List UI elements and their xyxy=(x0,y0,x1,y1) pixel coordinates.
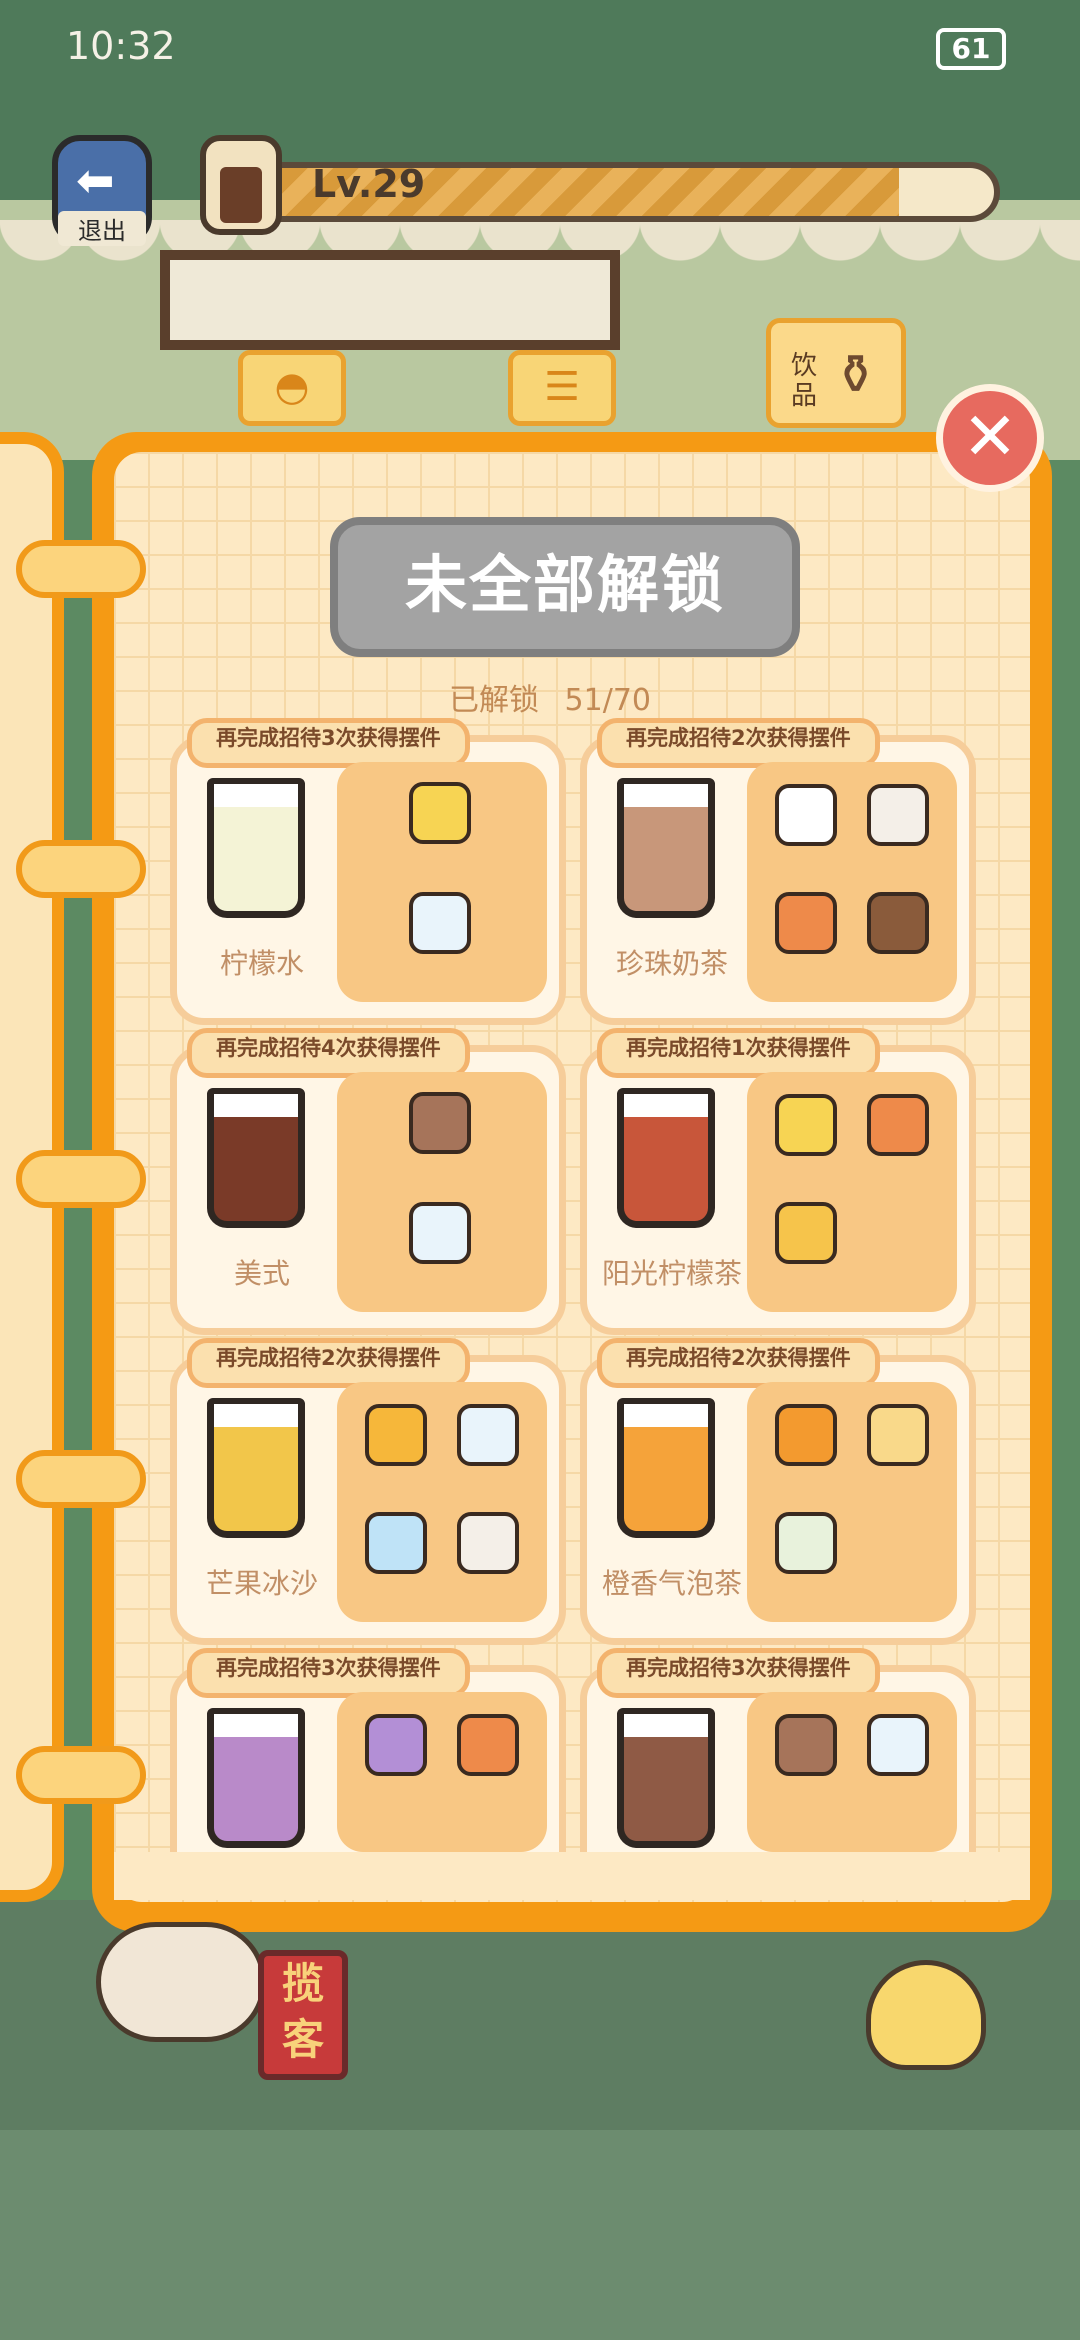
reward-hint-tag: 再完成招待3次获得摆件 xyxy=(187,1648,470,1698)
ingredient-panel xyxy=(747,762,957,1002)
recipe-card[interactable]: 再完成招待2次获得摆件芒果冰沙 xyxy=(170,1338,566,1645)
cat-mascot xyxy=(96,1922,266,2042)
reward-hint-tag: 再完成招待2次获得摆件 xyxy=(597,718,880,768)
tea-glass-icon xyxy=(775,892,837,954)
sugar-jar-icon xyxy=(867,784,929,846)
sugar-jar-icon xyxy=(457,1512,519,1574)
drink-name: 芒果冰沙 xyxy=(205,1567,318,1600)
ingredient-panel xyxy=(747,1692,957,1852)
drink-name: 橙香气泡茶 xyxy=(601,1567,742,1600)
recipe-card[interactable]: 再完成招待3次获得摆件 xyxy=(170,1648,566,1865)
honey-jar-icon xyxy=(775,1202,837,1264)
sign-text: 揽客 xyxy=(281,1959,324,2064)
tea-glass-icon xyxy=(457,1714,519,1776)
recipe-card[interactable]: 再完成招待4次获得摆件美式 xyxy=(170,1028,566,1335)
drink-cup-icon xyxy=(207,1088,305,1228)
ingredient-panel xyxy=(337,1692,547,1852)
jasmine-tea-icon xyxy=(867,1404,929,1466)
drink-cup-icon xyxy=(617,1708,715,1848)
ingredient-panel xyxy=(337,1072,547,1312)
drink-cup-icon xyxy=(617,1088,715,1228)
reward-hint-tag: 再完成招待4次获得摆件 xyxy=(187,1028,470,1078)
coffee-beans-icon xyxy=(775,1714,837,1776)
attract-customers-sign[interactable]: 揽客 xyxy=(258,1950,348,2080)
water-bottle-icon xyxy=(867,1714,929,1776)
drink-cup-icon xyxy=(207,778,305,918)
page-bottom-mask xyxy=(114,1852,1030,1900)
recipe-card[interactable]: 再完成招待2次获得摆件珍珠奶茶 xyxy=(580,718,976,1025)
drink-name: 阳光柠檬茶 xyxy=(601,1257,742,1290)
drink-name: 珍珠奶茶 xyxy=(615,947,728,980)
ice-cubes-icon xyxy=(365,1512,427,1574)
orange-slices-icon xyxy=(775,1404,837,1466)
coffee-beans-icon xyxy=(409,1092,471,1154)
tea-glass-icon xyxy=(867,1094,929,1156)
drink-cup-icon xyxy=(207,1398,305,1538)
ingredient-panel xyxy=(747,1382,957,1622)
drink-cup-icon xyxy=(617,1398,715,1538)
mango-icon xyxy=(365,1404,427,1466)
recipe-card[interactable]: 再完成招待3次获得摆件 xyxy=(580,1648,976,1865)
recipe-card[interactable]: 再完成招待2次获得摆件橙香气泡茶 xyxy=(580,1338,976,1645)
chick-mascot xyxy=(866,1960,986,2070)
ingredient-panel xyxy=(337,1382,547,1622)
ingredient-panel xyxy=(747,1072,957,1312)
lemon-slices-icon xyxy=(409,782,471,844)
drink-name: 柠檬水 xyxy=(219,947,304,980)
reward-hint-tag: 再完成招待2次获得摆件 xyxy=(597,1338,880,1388)
reward-hint-tag: 再完成招待1次获得摆件 xyxy=(597,1028,880,1078)
water-bottle-icon xyxy=(409,892,471,954)
taro-icon xyxy=(365,1714,427,1776)
ingredient-panel xyxy=(337,762,547,1002)
reward-hint-tag: 再完成招待3次获得摆件 xyxy=(187,718,470,768)
recipe-card[interactable]: 再完成招待1次获得摆件阳光柠檬茶 xyxy=(580,1028,976,1335)
pearls-jar-icon xyxy=(867,892,929,954)
soda-bottle-icon xyxy=(775,1512,837,1574)
drink-name: 美式 xyxy=(233,1257,290,1290)
milk-jug-icon xyxy=(775,784,837,846)
water-bottle-icon xyxy=(457,1404,519,1466)
recipe-card[interactable]: 再完成招待3次获得摆件柠檬水 xyxy=(170,718,566,1025)
drink-cup-icon xyxy=(207,1708,305,1848)
lemon-slices-icon xyxy=(775,1094,837,1156)
reward-hint-tag: 再完成招待2次获得摆件 xyxy=(187,1338,470,1388)
reward-hint-tag: 再完成招待3次获得摆件 xyxy=(597,1648,880,1698)
water-bottle-icon xyxy=(409,1202,471,1264)
drink-cup-icon xyxy=(617,778,715,918)
